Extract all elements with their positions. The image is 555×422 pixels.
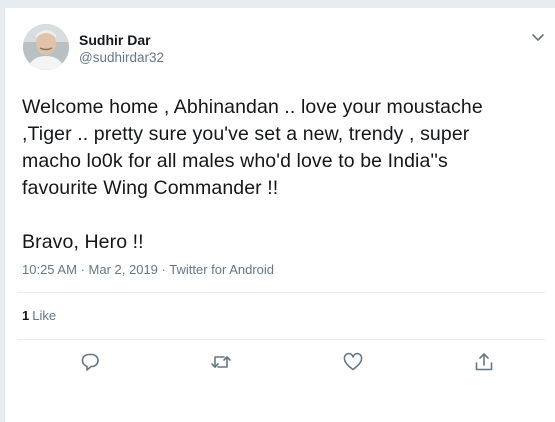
avatar-image [23,24,69,70]
heart-icon[interactable] [342,351,364,373]
divider [17,339,545,340]
tweet-meta: 10:25 AM · Mar 2, 2019 · Twitter for And… [22,262,274,277]
author-handle[interactable]: @sudhirdar32 [79,50,164,65]
chevron-down-icon[interactable] [529,28,547,46]
divider [17,292,545,293]
tweet-source[interactable]: Twitter for Android [169,262,274,277]
tweet-time[interactable]: 10:25 AM [22,262,77,277]
share-icon[interactable] [473,351,495,373]
tweet-text: Welcome home , Abhinandan .. love your m… [22,96,483,253]
avatar[interactable] [23,24,69,70]
retweet-icon[interactable] [210,351,232,373]
like-label: Like [32,308,57,323]
reply-icon[interactable] [79,351,101,373]
like-count: 1 [22,308,30,323]
tweet-card: Sudhir Dar @sudhirdar32 Welcome home , A… [4,8,555,422]
meta-separator: · [161,262,166,277]
like-count-link[interactable]: 1 Like [22,308,56,323]
tweet-date[interactable]: Mar 2, 2019 [89,262,158,277]
author-name[interactable]: Sudhir Dar [79,32,151,48]
meta-separator: · [80,262,85,277]
